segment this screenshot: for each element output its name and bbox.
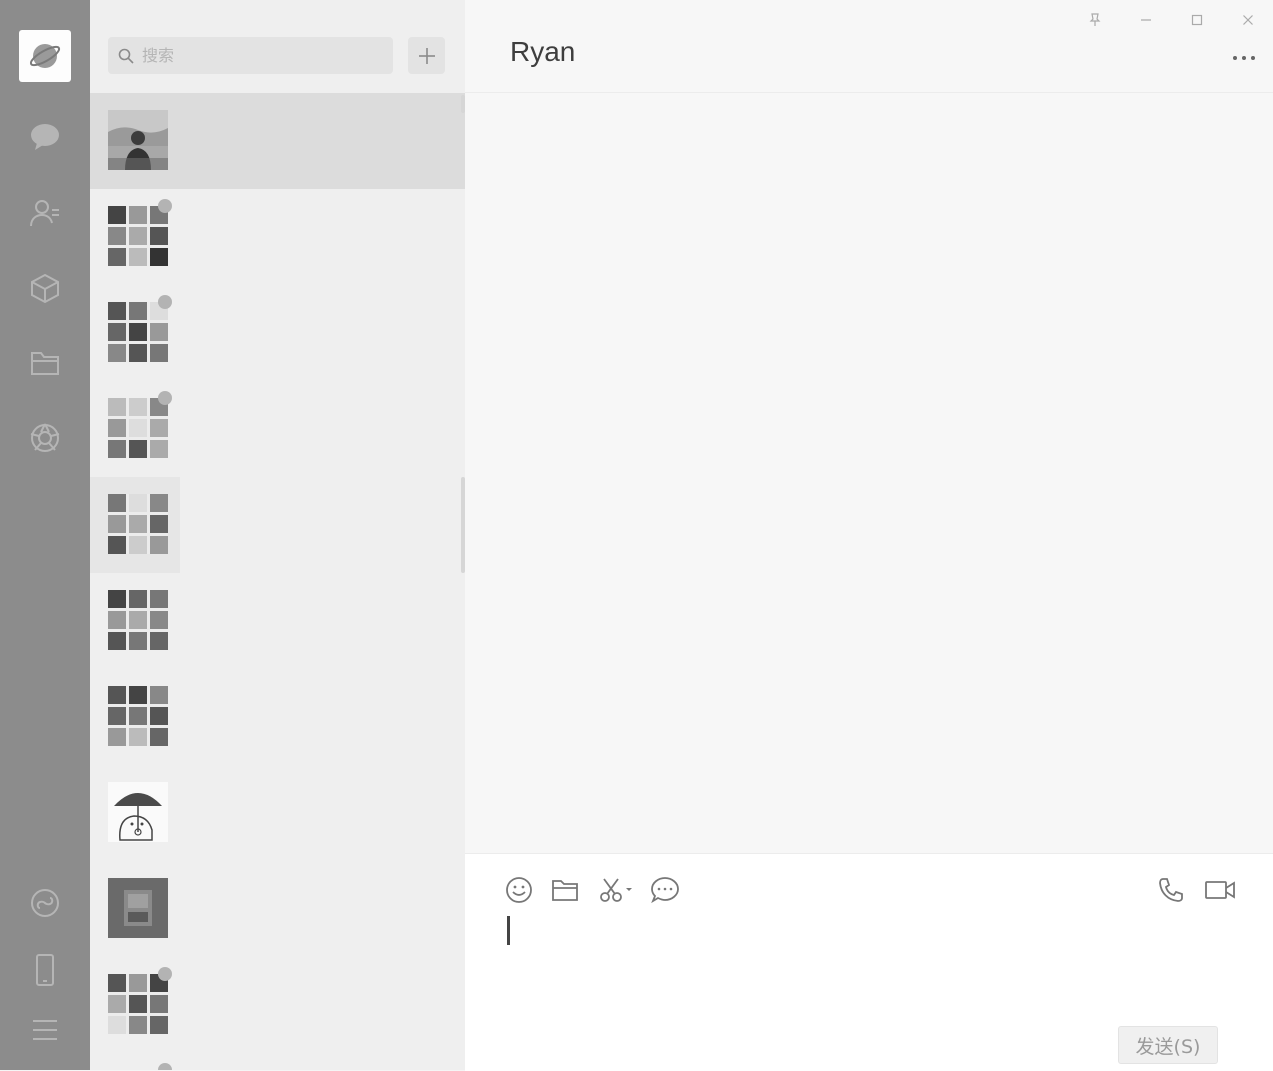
unread-badge xyxy=(158,391,172,405)
conversation-item[interactable] xyxy=(90,573,180,669)
nav-sidebar xyxy=(0,0,90,1070)
send-file-button[interactable] xyxy=(549,874,581,906)
planet-icon xyxy=(29,44,61,68)
unread-badge xyxy=(158,199,172,213)
close-icon xyxy=(1242,15,1253,25)
conversation-avatar xyxy=(108,398,168,458)
add-button[interactable] xyxy=(408,37,445,74)
pin-icon xyxy=(1089,13,1100,26)
phone-call-icon xyxy=(1159,878,1183,902)
user-avatar[interactable] xyxy=(19,30,71,82)
emoji-button[interactable] xyxy=(503,874,535,906)
chat-bubble-icon xyxy=(651,877,679,904)
conversation-avatar xyxy=(108,590,168,650)
chat-panel: Ryan 发送(S) xyxy=(465,0,1273,1071)
plus-icon xyxy=(418,47,435,64)
conversation-item[interactable] xyxy=(90,1053,180,1070)
conversation-avatar xyxy=(108,494,168,554)
unread-badge xyxy=(158,967,172,981)
conversation-item[interactable] xyxy=(90,381,180,477)
unread-badge xyxy=(158,1063,172,1070)
maximize-button[interactable] xyxy=(1171,8,1222,32)
search-input[interactable] xyxy=(142,40,382,71)
message-input[interactable] xyxy=(505,914,1239,1018)
conversation-item[interactable] xyxy=(90,861,180,957)
search-icon xyxy=(118,48,134,64)
menu-icon[interactable] xyxy=(27,1012,63,1048)
chat-icon[interactable] xyxy=(27,119,63,155)
conversation-avatar xyxy=(108,110,168,170)
search-box[interactable] xyxy=(108,37,393,74)
conversation-item[interactable] xyxy=(90,477,180,573)
conversation-item[interactable] xyxy=(90,285,180,381)
conversation-avatar xyxy=(108,206,168,266)
window-controls xyxy=(1069,8,1273,32)
conversation-item[interactable] xyxy=(90,765,180,861)
moments-icon[interactable] xyxy=(27,420,63,456)
screenshot-button[interactable] xyxy=(597,874,637,906)
video-camera-icon xyxy=(1205,881,1235,899)
conversation-item[interactable] xyxy=(90,93,465,189)
voice-call-button[interactable] xyxy=(1155,874,1187,906)
unread-badge xyxy=(158,295,172,309)
minimize-button[interactable] xyxy=(1120,8,1171,32)
conversation-item[interactable] xyxy=(90,189,180,285)
emoji-icon xyxy=(506,877,532,903)
conversation-avatar xyxy=(108,686,168,746)
collections-icon[interactable] xyxy=(27,270,63,306)
chat-header: Ryan xyxy=(465,0,1273,93)
conversation-item[interactable] xyxy=(90,957,180,1053)
contacts-icon[interactable] xyxy=(27,195,63,231)
send-button[interactable]: 发送(S) xyxy=(1118,1026,1218,1064)
conversation-avatar xyxy=(108,782,168,842)
conversation-list xyxy=(90,0,465,1070)
conversation-avatar xyxy=(108,878,168,938)
files-icon[interactable] xyxy=(27,345,63,381)
mini-programs-icon[interactable] xyxy=(27,885,63,921)
scissors-icon xyxy=(600,878,632,902)
close-button[interactable] xyxy=(1222,8,1273,32)
conversation-avatar xyxy=(108,302,168,362)
conversation-avatar xyxy=(108,974,168,1034)
minimize-icon xyxy=(1140,19,1151,21)
conversation-item[interactable] xyxy=(90,669,180,765)
pin-button[interactable] xyxy=(1069,8,1120,32)
chat-history-button[interactable] xyxy=(649,874,681,906)
message-input-area: 发送(S) xyxy=(465,853,1273,1071)
more-options-button[interactable] xyxy=(1228,48,1260,68)
video-call-button[interactable] xyxy=(1201,874,1239,906)
phone-icon[interactable] xyxy=(27,952,63,988)
maximize-icon xyxy=(1191,14,1202,26)
folder-icon xyxy=(552,880,578,901)
umbrella-character-illustration xyxy=(108,782,168,842)
message-area xyxy=(465,93,1273,853)
chat-title: Ryan xyxy=(510,36,576,67)
